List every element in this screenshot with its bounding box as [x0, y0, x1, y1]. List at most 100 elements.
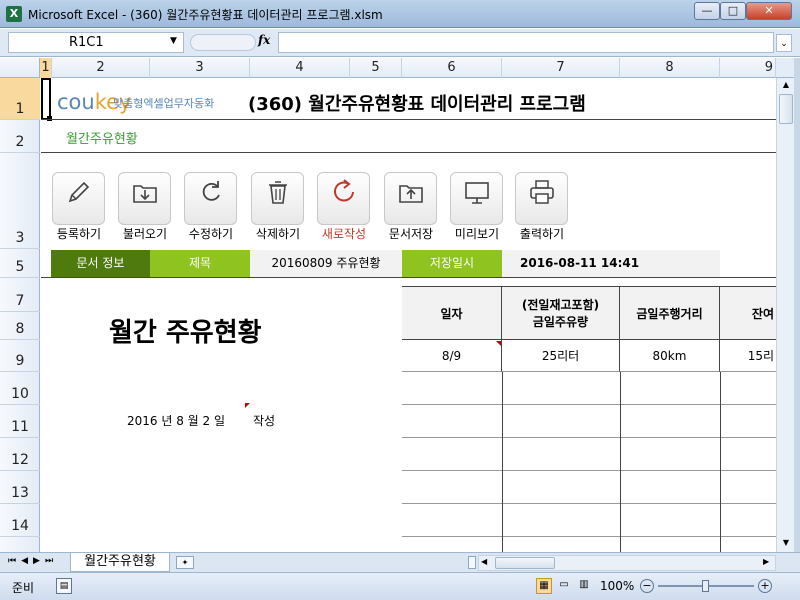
- load-label: 불러오기: [122, 227, 168, 241]
- row-header[interactable]: 1: [0, 78, 40, 120]
- insert-sheet-icon[interactable]: ✦: [176, 556, 194, 569]
- column-divider: [720, 372, 721, 552]
- table-header-fuel: (전일재고포함) 금일주유량: [502, 286, 620, 340]
- name-box[interactable]: R1C1: [8, 32, 184, 53]
- column-header[interactable]: 7: [502, 58, 620, 78]
- comment-indicator: [245, 403, 250, 408]
- close-button[interactable]: ✕: [746, 2, 792, 20]
- row-header[interactable]: 9: [0, 340, 40, 372]
- sheet-tab-active[interactable]: 월간주유현황: [70, 553, 170, 572]
- formula-input[interactable]: [278, 32, 774, 53]
- comment-indicator: [496, 341, 501, 346]
- table-header-distance: 금일주행거리: [620, 286, 720, 340]
- preview-button[interactable]: 미리보기: [443, 172, 511, 242]
- chevron-down-icon[interactable]: ▼: [170, 36, 177, 46]
- table-cell[interactable]: 25리터: [502, 340, 620, 372]
- print-button[interactable]: 출력하기: [508, 172, 576, 242]
- column-header[interactable]: 6: [402, 58, 502, 78]
- document-date[interactable]: 2016 년 8 월 2 일: [127, 412, 225, 429]
- refresh-icon: [184, 172, 237, 225]
- select-all-corner[interactable]: [0, 58, 40, 78]
- row-header[interactable]: 2: [0, 120, 40, 153]
- row-header[interactable]: 14: [0, 504, 40, 537]
- edit-button[interactable]: 수정하기: [177, 172, 245, 242]
- delete-button[interactable]: 삭제하기: [244, 172, 312, 242]
- title-value[interactable]: 20160809 주유현황: [250, 250, 402, 277]
- normal-view-icon[interactable]: ▦: [536, 578, 552, 594]
- table-cell[interactable]: 8/9: [402, 340, 502, 372]
- table-cell[interactable]: 15리: [720, 340, 776, 372]
- new-document-button[interactable]: 새로작성: [310, 172, 378, 242]
- row-header[interactable]: 8: [0, 312, 40, 340]
- row-header[interactable]: 11: [0, 405, 40, 438]
- written-label: 작성: [253, 414, 276, 428]
- zoom-out-icon[interactable]: −: [640, 579, 654, 593]
- sheet-tab-bar: ⏮◀▶⏭ 월간주유현황 ✦ ◀ ▶: [0, 552, 800, 572]
- title-bar: X Microsoft Excel - (360) 월간주유현황표 데이터관리 …: [0, 0, 800, 28]
- scroll-up-icon[interactable]: ▲: [779, 78, 793, 92]
- expand-formula-button[interactable]: ⌄: [776, 34, 792, 52]
- subtitle-divider: [41, 152, 776, 153]
- zoom-slider-thumb[interactable]: [702, 580, 709, 592]
- document-heading: 월간 주유현황: [109, 318, 262, 348]
- table-header-date: 일자: [402, 286, 502, 340]
- minimize-button[interactable]: —: [694, 2, 720, 20]
- edit-label: 수정하기: [188, 227, 234, 241]
- register-label: 등록하기: [56, 227, 102, 241]
- row-header[interactable]: 10: [0, 372, 40, 405]
- monitor-icon: [450, 172, 503, 225]
- status-ready: 준비: [12, 581, 35, 595]
- download-folder-icon: [118, 172, 171, 225]
- row-header[interactable]: 7: [0, 278, 40, 312]
- window-edge: [794, 58, 800, 552]
- column-header[interactable]: 9: [720, 58, 776, 78]
- new-document-label: 새로작성: [321, 227, 367, 241]
- scroll-down-icon[interactable]: ▼: [779, 536, 793, 550]
- register-button[interactable]: 등록하기: [45, 172, 113, 242]
- column-header[interactable]: 4: [250, 58, 350, 78]
- column-header[interactable]: 3: [150, 58, 250, 78]
- vertical-scrollbar[interactable]: ▲ ▼: [776, 78, 794, 552]
- header-divider: [41, 119, 776, 120]
- zoom-level[interactable]: 100%: [600, 579, 634, 593]
- table-header-remaining: 잔여: [751, 306, 774, 321]
- scroll-left-icon[interactable]: ◀: [481, 557, 487, 566]
- scroll-right-icon[interactable]: ▶: [763, 557, 769, 566]
- split-box[interactable]: [776, 58, 794, 78]
- scroll-thumb[interactable]: [495, 557, 555, 569]
- title-label: 제목: [150, 250, 250, 277]
- logo-cou: cou: [57, 90, 95, 114]
- horizontal-scrollbar[interactable]: ◀ ▶: [478, 555, 776, 571]
- row-headers: 1 2 3 5 7 8 9 10 11 12 13 14: [0, 78, 40, 552]
- column-header[interactable]: 5: [350, 58, 402, 78]
- printer-icon: [515, 172, 568, 225]
- page-break-icon[interactable]: ▥: [576, 578, 592, 594]
- window-title: Microsoft Excel - (360) 월간주유현황표 데이터관리 프로…: [28, 8, 383, 22]
- column-header[interactable]: 2: [52, 58, 150, 78]
- excel-app-icon[interactable]: X: [6, 6, 22, 22]
- selected-cell[interactable]: [41, 78, 51, 120]
- page-layout-icon[interactable]: ▭: [556, 578, 572, 594]
- formula-resize-handle[interactable]: [190, 34, 256, 51]
- status-bar: 준비 ▤ ▦ ▭ ▥ 100% − +: [0, 572, 800, 600]
- insert-function-icon[interactable]: fx: [258, 33, 270, 47]
- sheet-grid[interactable]: coukey 맞춤형엑셀업무자동화 (360) 월간주유현황표 데이터관리 프로…: [41, 78, 776, 552]
- row-header[interactable]: 5: [0, 249, 40, 278]
- zoom-in-icon[interactable]: +: [758, 579, 772, 593]
- program-title: (360) 월간주유현황표 데이터관리 프로그램: [248, 94, 586, 115]
- row-header[interactable]: 12: [0, 438, 40, 471]
- sheet-nav-arrows-icon[interactable]: ⏮◀▶⏭: [8, 556, 58, 566]
- table-cell[interactable]: 80km: [620, 340, 720, 372]
- sheet-subtitle: 월간주유현황: [66, 132, 138, 147]
- restore-button[interactable]: □: [720, 2, 746, 20]
- save-document-button[interactable]: 문서저장: [377, 172, 445, 242]
- scroll-thumb[interactable]: [779, 94, 793, 124]
- row-header[interactable]: 13: [0, 471, 40, 504]
- saved-value[interactable]: 2016-08-11 14:41: [502, 250, 720, 277]
- column-header[interactable]: 1: [40, 58, 52, 78]
- row-header[interactable]: 3: [0, 153, 40, 249]
- load-button[interactable]: 불러오기: [111, 172, 179, 242]
- macro-record-icon[interactable]: ▤: [56, 578, 72, 594]
- column-header[interactable]: 8: [620, 58, 720, 78]
- tab-split-handle[interactable]: [468, 556, 476, 569]
